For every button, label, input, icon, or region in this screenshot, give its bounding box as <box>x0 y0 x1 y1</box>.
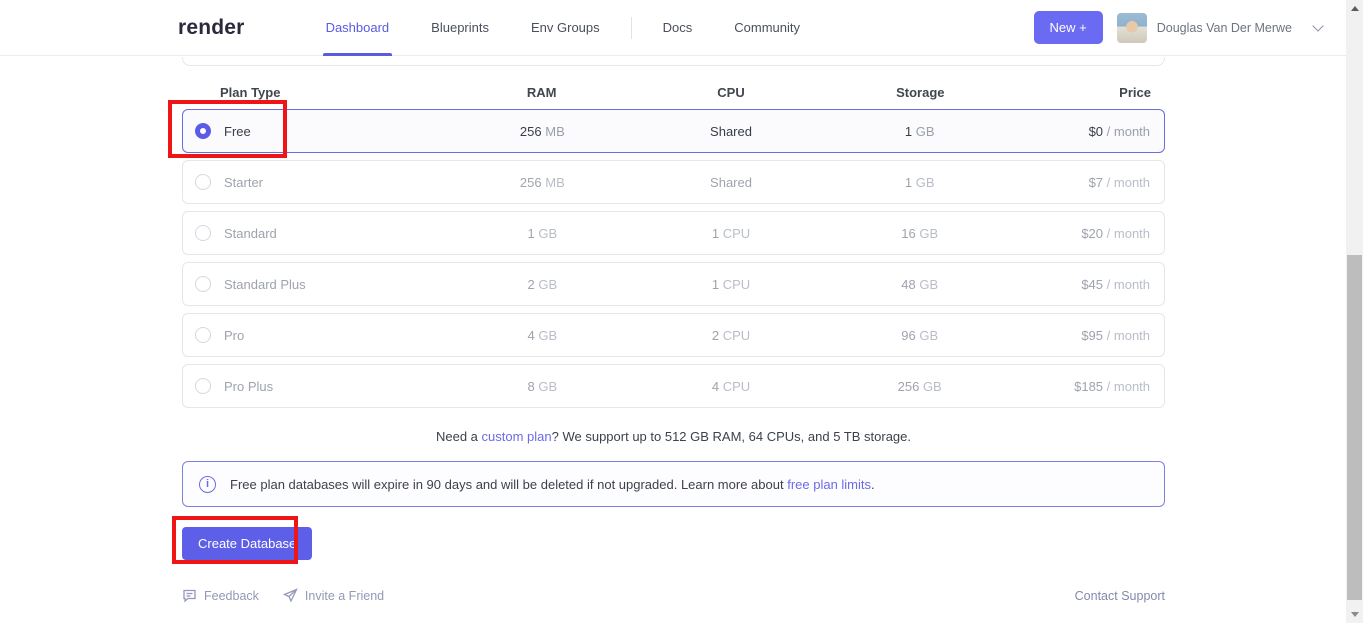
plan-row[interactable]: Standard Plus 2 GB 1 CPU 48 GB $45 / mon… <box>182 262 1165 306</box>
plan-storage: 256 GB <box>825 379 1014 394</box>
scrollbar[interactable] <box>1346 0 1363 623</box>
nav-docs[interactable]: Docs <box>642 0 714 55</box>
invite-friend-label: Invite a Friend <box>305 589 384 603</box>
header-plan-type: Plan Type <box>182 85 447 100</box>
scrollbar-up-arrow[interactable] <box>1346 0 1363 17</box>
plan-price: $95 / month <box>1014 328 1164 343</box>
plan-name: Standard Plus <box>224 277 306 292</box>
plan-name: Pro <box>224 328 244 343</box>
plan-ram: 256 MB <box>448 175 637 190</box>
invite-friend-link[interactable]: Invite a Friend <box>283 588 384 603</box>
custom-plan-prefix: Need a <box>436 429 482 444</box>
scrollbar-thumb[interactable] <box>1347 255 1362 600</box>
plan-name: Pro Plus <box>224 379 273 394</box>
free-plan-limits-link[interactable]: free plan limits <box>787 477 871 492</box>
banner-suffix: . <box>871 477 875 492</box>
plan-name: Standard <box>224 226 277 241</box>
chevron-down-icon[interactable] <box>1312 20 1323 31</box>
plan-storage: 1 GB <box>825 175 1014 190</box>
plan-radio[interactable] <box>195 327 211 343</box>
nav-divider <box>631 17 632 39</box>
custom-plan-suffix: ? We support up to 512 GB RAM, 64 CPUs, … <box>552 429 911 444</box>
header-cpu: CPU <box>636 85 825 100</box>
plan-row[interactable]: Starter 256 MB Shared 1 GB $7 / month <box>182 160 1165 204</box>
top-navbar: render Dashboard Blueprints Env Groups D… <box>0 0 1346 56</box>
header-right: New + Douglas Van Der Merwe <box>1034 11 1328 44</box>
render-logo[interactable]: render <box>178 16 245 40</box>
plan-price: $0 / month <box>1014 124 1164 139</box>
plan-cpu: 1 CPU <box>637 226 826 241</box>
new-button[interactable]: New + <box>1034 11 1103 44</box>
plan-row[interactable]: Pro Plus 8 GB 4 CPU 256 GB $185 / month <box>182 364 1165 408</box>
user-name[interactable]: Douglas Van Der Merwe <box>1157 21 1292 35</box>
plan-storage: 96 GB <box>825 328 1014 343</box>
nav-dashboard[interactable]: Dashboard <box>305 0 411 55</box>
plan-row[interactable]: Standard 1 GB 1 CPU 16 GB $20 / month <box>182 211 1165 255</box>
plan-price: $20 / month <box>1014 226 1164 241</box>
plan-ram: 256 MB <box>448 124 637 139</box>
plan-radio[interactable] <box>195 378 211 394</box>
plan-ram: 1 GB <box>448 226 637 241</box>
nav-blueprints[interactable]: Blueprints <box>410 0 510 55</box>
plan-ram: 4 GB <box>448 328 637 343</box>
plan-ram: 2 GB <box>448 277 637 292</box>
plan-table-body: Free 256 MB Shared 1 GB $0 / month Start… <box>182 109 1165 408</box>
main-nav: Dashboard Blueprints Env Groups Docs Com… <box>305 0 821 55</box>
custom-plan-link[interactable]: custom plan <box>482 429 552 444</box>
banner-text: Free plan databases will expire in 90 da… <box>230 477 784 492</box>
scrollbar-down-arrow[interactable] <box>1346 606 1363 623</box>
plan-price: $45 / month <box>1014 277 1164 292</box>
plan-price: $185 / month <box>1014 379 1164 394</box>
plan-cpu: 4 CPU <box>637 379 826 394</box>
contact-support-link[interactable]: Contact Support <box>1075 589 1165 603</box>
plan-radio[interactable] <box>195 123 211 139</box>
plan-price: $7 / month <box>1014 175 1164 190</box>
feedback-label: Feedback <box>204 589 259 603</box>
plan-name: Starter <box>224 175 263 190</box>
plan-storage: 48 GB <box>825 277 1014 292</box>
info-icon: i <box>199 476 216 493</box>
feedback-icon <box>182 588 197 603</box>
feedback-link[interactable]: Feedback <box>182 588 259 603</box>
plan-storage: 16 GB <box>825 226 1014 241</box>
plan-row[interactable]: Free 256 MB Shared 1 GB $0 / month <box>182 109 1165 153</box>
custom-plan-note: Need a custom plan? We support up to 512… <box>182 429 1165 444</box>
main-content: Plan Type RAM CPU Storage Price Free 256… <box>182 57 1165 603</box>
free-plan-banner: i Free plan databases will expire in 90 … <box>182 461 1165 507</box>
plan-table-header: Plan Type RAM CPU Storage Price <box>182 85 1165 100</box>
plan-radio[interactable] <box>195 174 211 190</box>
plan-storage: 1 GB <box>825 124 1014 139</box>
plan-radio[interactable] <box>195 225 211 241</box>
plan-cpu: 2 CPU <box>637 328 826 343</box>
nav-env-groups[interactable]: Env Groups <box>510 0 621 55</box>
plan-radio[interactable] <box>195 276 211 292</box>
plan-cpu: Shared <box>637 124 826 139</box>
page-footer: Feedback Invite a Friend Contact Support <box>182 588 1165 603</box>
create-database-button[interactable]: Create Database <box>182 527 312 560</box>
plan-cpu: Shared <box>637 175 826 190</box>
plan-cpu: 1 CPU <box>637 277 826 292</box>
plan-row[interactable]: Pro 4 GB 2 CPU 96 GB $95 / month <box>182 313 1165 357</box>
paper-plane-icon <box>283 588 298 603</box>
plan-ram: 8 GB <box>448 379 637 394</box>
plan-name: Free <box>224 124 251 139</box>
header-storage: Storage <box>826 85 1015 100</box>
nav-community[interactable]: Community <box>713 0 821 55</box>
avatar[interactable] <box>1117 13 1147 43</box>
header-ram: RAM <box>447 85 636 100</box>
header-price: Price <box>1015 85 1165 100</box>
previous-card-cutoff <box>182 57 1165 66</box>
